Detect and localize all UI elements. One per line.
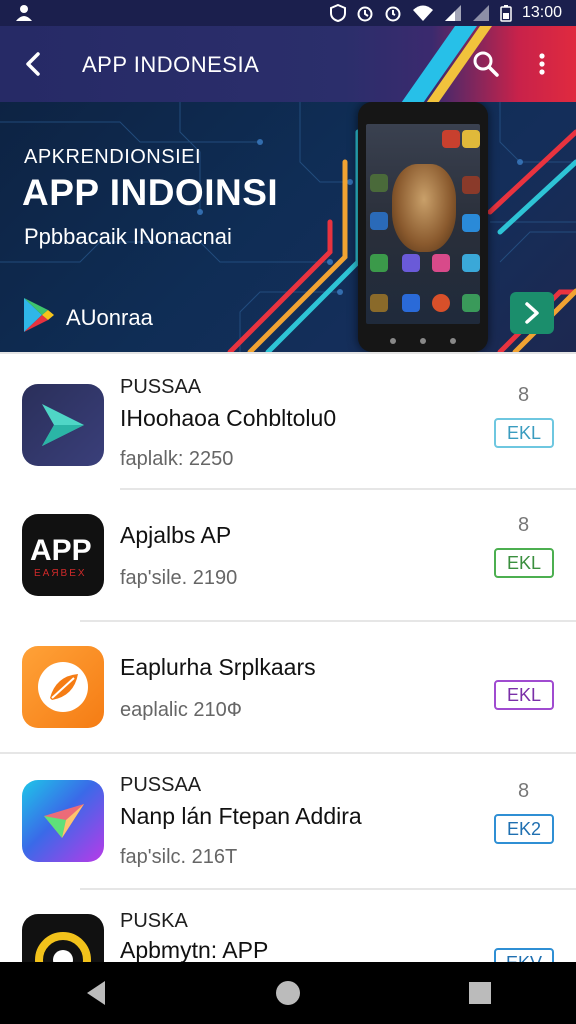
app-meta: eaplalic 210Ф [120, 699, 242, 721]
phone-illustration [358, 102, 488, 352]
status-time: 13:00 [521, 4, 562, 21]
shield-icon [329, 4, 346, 22]
app-name: Eaplurha Srplkaars [120, 654, 316, 680]
app-count: 8 [518, 384, 530, 406]
app-icon-4 [22, 780, 104, 862]
install-button[interactable]: EK2 [494, 814, 554, 844]
app-label: PUSSAA [120, 774, 202, 796]
banner-eyebrow: APKRENDIONSIEI [24, 146, 202, 168]
nav-home-icon[interactable] [268, 973, 308, 1013]
battery-icon [500, 4, 512, 22]
app-meta: faplalk: 2250 [120, 448, 234, 470]
mask-image [392, 164, 456, 252]
app-label: PUSSAA [120, 376, 202, 398]
install-button[interactable]: EKL [494, 418, 554, 448]
more-options-icon[interactable] [530, 48, 554, 80]
list-item[interactable]: Eaplurha Srplkaars eaplalic 210Ф EKL [0, 622, 576, 752]
list-item[interactable]: PUSSAA Nanp lán Ftepan Addira fap'silc. … [0, 754, 576, 884]
app-bar: APP INDONESIA [0, 26, 576, 102]
back-icon[interactable] [18, 48, 48, 80]
app-name: Apjalbs AP [120, 522, 232, 548]
app-list: PUSSAA IHoohaoa Cohbltolu0 faplalk: 2250… [0, 352, 576, 964]
app-name: Apbmytn: APP [120, 937, 269, 963]
search-icon[interactable] [470, 48, 502, 80]
banner-brand-label: AUonraa [66, 305, 153, 330]
nav-back-icon[interactable] [76, 973, 116, 1013]
list-item[interactable]: PUSKA Apbmytn: APP EKV [0, 890, 576, 964]
list-item[interactable]: PUSSAA IHoohaoa Cohbltolu0 faplalk: 2250… [0, 354, 576, 484]
banner-headline: APP INDOINSI [22, 172, 279, 213]
app-icon-1 [22, 384, 104, 466]
install-button[interactable]: EKL [494, 548, 554, 578]
notification-icon [14, 4, 34, 22]
status-bar: 13:00 [0, 0, 576, 26]
app-name: IHoohaoa Cohbltolu0 [120, 405, 337, 431]
app-icon-2: APP ЕАЯВЕХ [22, 514, 104, 596]
clock-icon [384, 4, 402, 22]
app-count: 8 [518, 514, 530, 536]
app-count: 8 [518, 780, 530, 802]
app-icon-5 [22, 914, 104, 964]
app-meta: fap'silc. 216Т [120, 846, 238, 868]
page-title: APP INDONESIA [82, 52, 260, 77]
signal-icon-2 [472, 4, 490, 22]
wifi-icon [412, 4, 434, 22]
app-label: PUSKA [120, 910, 188, 932]
signal-icon [444, 4, 462, 22]
app-meta: fap'sile. 2190 [120, 567, 238, 589]
nav-recents-icon[interactable] [460, 973, 500, 1013]
app-icon-3 [22, 646, 104, 728]
system-nav-bar [0, 962, 576, 1024]
banner-brand: AUonraa [22, 296, 153, 340]
list-item[interactable]: APP ЕАЯВЕХ Apjalbs AP fap'sile. 2190 8 E… [0, 490, 576, 620]
play-store-icon [22, 296, 56, 340]
banner-next-button[interactable] [510, 292, 554, 334]
app-name: Nanp lán Ftepan Addira [120, 803, 362, 829]
install-button[interactable]: EKL [494, 680, 554, 710]
banner-subtitle: Ppbbacaik INonacnai [24, 224, 232, 249]
promo-banner[interactable]: APKRENDIONSIEI APP INDOINSI Ppbbacaik IN… [0, 102, 576, 352]
alarm-icon [356, 4, 374, 22]
